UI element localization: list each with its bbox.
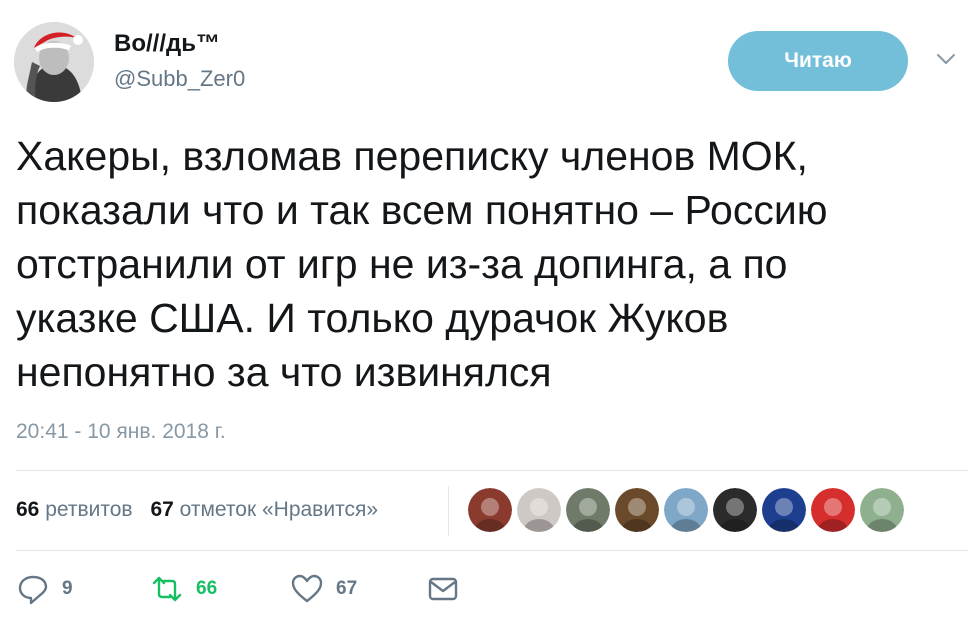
chevron-down-icon[interactable] — [936, 52, 956, 66]
liker-avatar-9[interactable] — [860, 488, 904, 532]
user-avatar-image — [14, 22, 94, 102]
tweet-text-line: отстранили от игр не из-за допинга, а по — [16, 241, 788, 287]
user-avatar[interactable] — [14, 22, 94, 102]
tweet-text: Хакеры, взломав переписку членов МОК, по… — [16, 129, 961, 399]
liker-avatar-3[interactable] — [566, 488, 610, 532]
like-count: 67 — [336, 578, 358, 599]
divider — [16, 550, 968, 551]
reply-icon — [18, 575, 48, 605]
tweet-text-line: непонятно за что извинялся — [16, 349, 552, 395]
retweet-count: 66 — [196, 578, 218, 599]
retweets-label: ретвитов — [45, 498, 133, 521]
retweet-icon — [152, 576, 182, 602]
follow-button[interactable]: Читаю — [728, 31, 908, 91]
retweets-count: 66 — [16, 498, 40, 521]
tweet-text-line: указке США. И только дурачок Жуков — [16, 295, 729, 341]
liker-avatar-5[interactable] — [664, 488, 708, 532]
retweets-stat[interactable]: 66 ретвитов — [16, 498, 133, 521]
liker-avatar-7[interactable] — [762, 488, 806, 532]
divider — [16, 470, 968, 471]
tweet-stats: 66 ретвитов 67 отметок «Нравится» — [16, 498, 390, 522]
heart-icon — [291, 574, 323, 603]
stats-divider — [448, 486, 449, 536]
likes-stat[interactable]: 67 отметок «Нравится» — [150, 498, 378, 521]
reply-count: 9 — [62, 578, 73, 599]
likes-count: 67 — [150, 498, 174, 521]
liker-avatar-2[interactable] — [517, 488, 561, 532]
user-handle[interactable]: @Subb_Zer0 — [114, 66, 245, 92]
reply-button[interactable]: 9 — [16, 572, 73, 606]
liker-avatar-8[interactable] — [811, 488, 855, 532]
envelope-icon — [428, 577, 458, 601]
tweet-timestamp[interactable]: 20:41 - 10 янв. 2018 г. — [16, 420, 226, 444]
retweet-button[interactable]: 66 — [150, 572, 217, 606]
liker-avatar-6[interactable] — [713, 488, 757, 532]
liker-avatar-4[interactable] — [615, 488, 659, 532]
tweet-text-line: Хакеры, взломав переписку членов МОК, — [16, 133, 808, 179]
liker-avatar-1[interactable] — [468, 488, 512, 532]
tweet-text-line: показали что и так всем понятно – Россию — [16, 187, 828, 233]
like-button[interactable]: 67 — [290, 572, 357, 606]
likes-label: отметок «Нравится» — [179, 498, 379, 521]
direct-message-button[interactable] — [426, 572, 460, 606]
likers-avatars — [468, 488, 909, 532]
user-display-name[interactable]: Во///дь™ — [114, 30, 220, 58]
